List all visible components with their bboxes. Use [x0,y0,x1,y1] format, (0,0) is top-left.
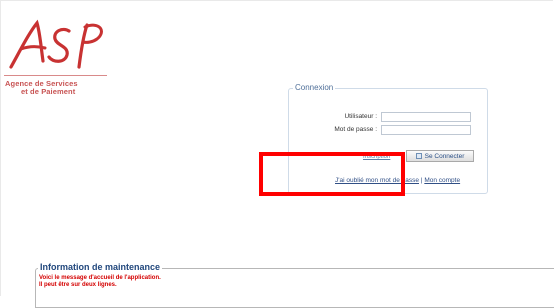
logo-tagline: Agence de Services et de Paiement [5,80,125,96]
connect-button-label: Se Connecter [424,152,465,160]
highlight-box [259,152,405,196]
page-frame: Agence de Services et de Paiement Connex… [0,0,554,308]
maintenance-fieldset: Information de maintenance Voici le mess… [35,262,554,308]
username-input[interactable] [381,112,471,122]
asp-logo [7,19,107,76]
my-account-link[interactable]: Mon compte [424,177,460,184]
login-icon [415,153,422,159]
links-separator: | [420,177,423,184]
username-row: Utilisateur : [289,112,487,123]
password-input[interactable] [381,125,471,135]
maintenance-line-1: Voici le message d'accueil de l'applicat… [39,275,161,281]
connect-button[interactable]: Se Connecter [406,150,474,162]
password-row: Mot de passe : [289,125,487,136]
password-label: Mot de passe : [334,126,377,133]
login-legend: Connexion [293,83,336,92]
username-label: Utilisateur : [344,113,377,120]
logo-divider [4,75,107,76]
logo-tagline-line2: et de Paiement [21,87,76,96]
maintenance-legend: Information de maintenance [38,262,163,272]
maintenance-line-2: Il peut être sur deux lignes. [39,281,117,288]
maintenance-message: Voici le message d'accueil de l'applicat… [39,275,161,288]
